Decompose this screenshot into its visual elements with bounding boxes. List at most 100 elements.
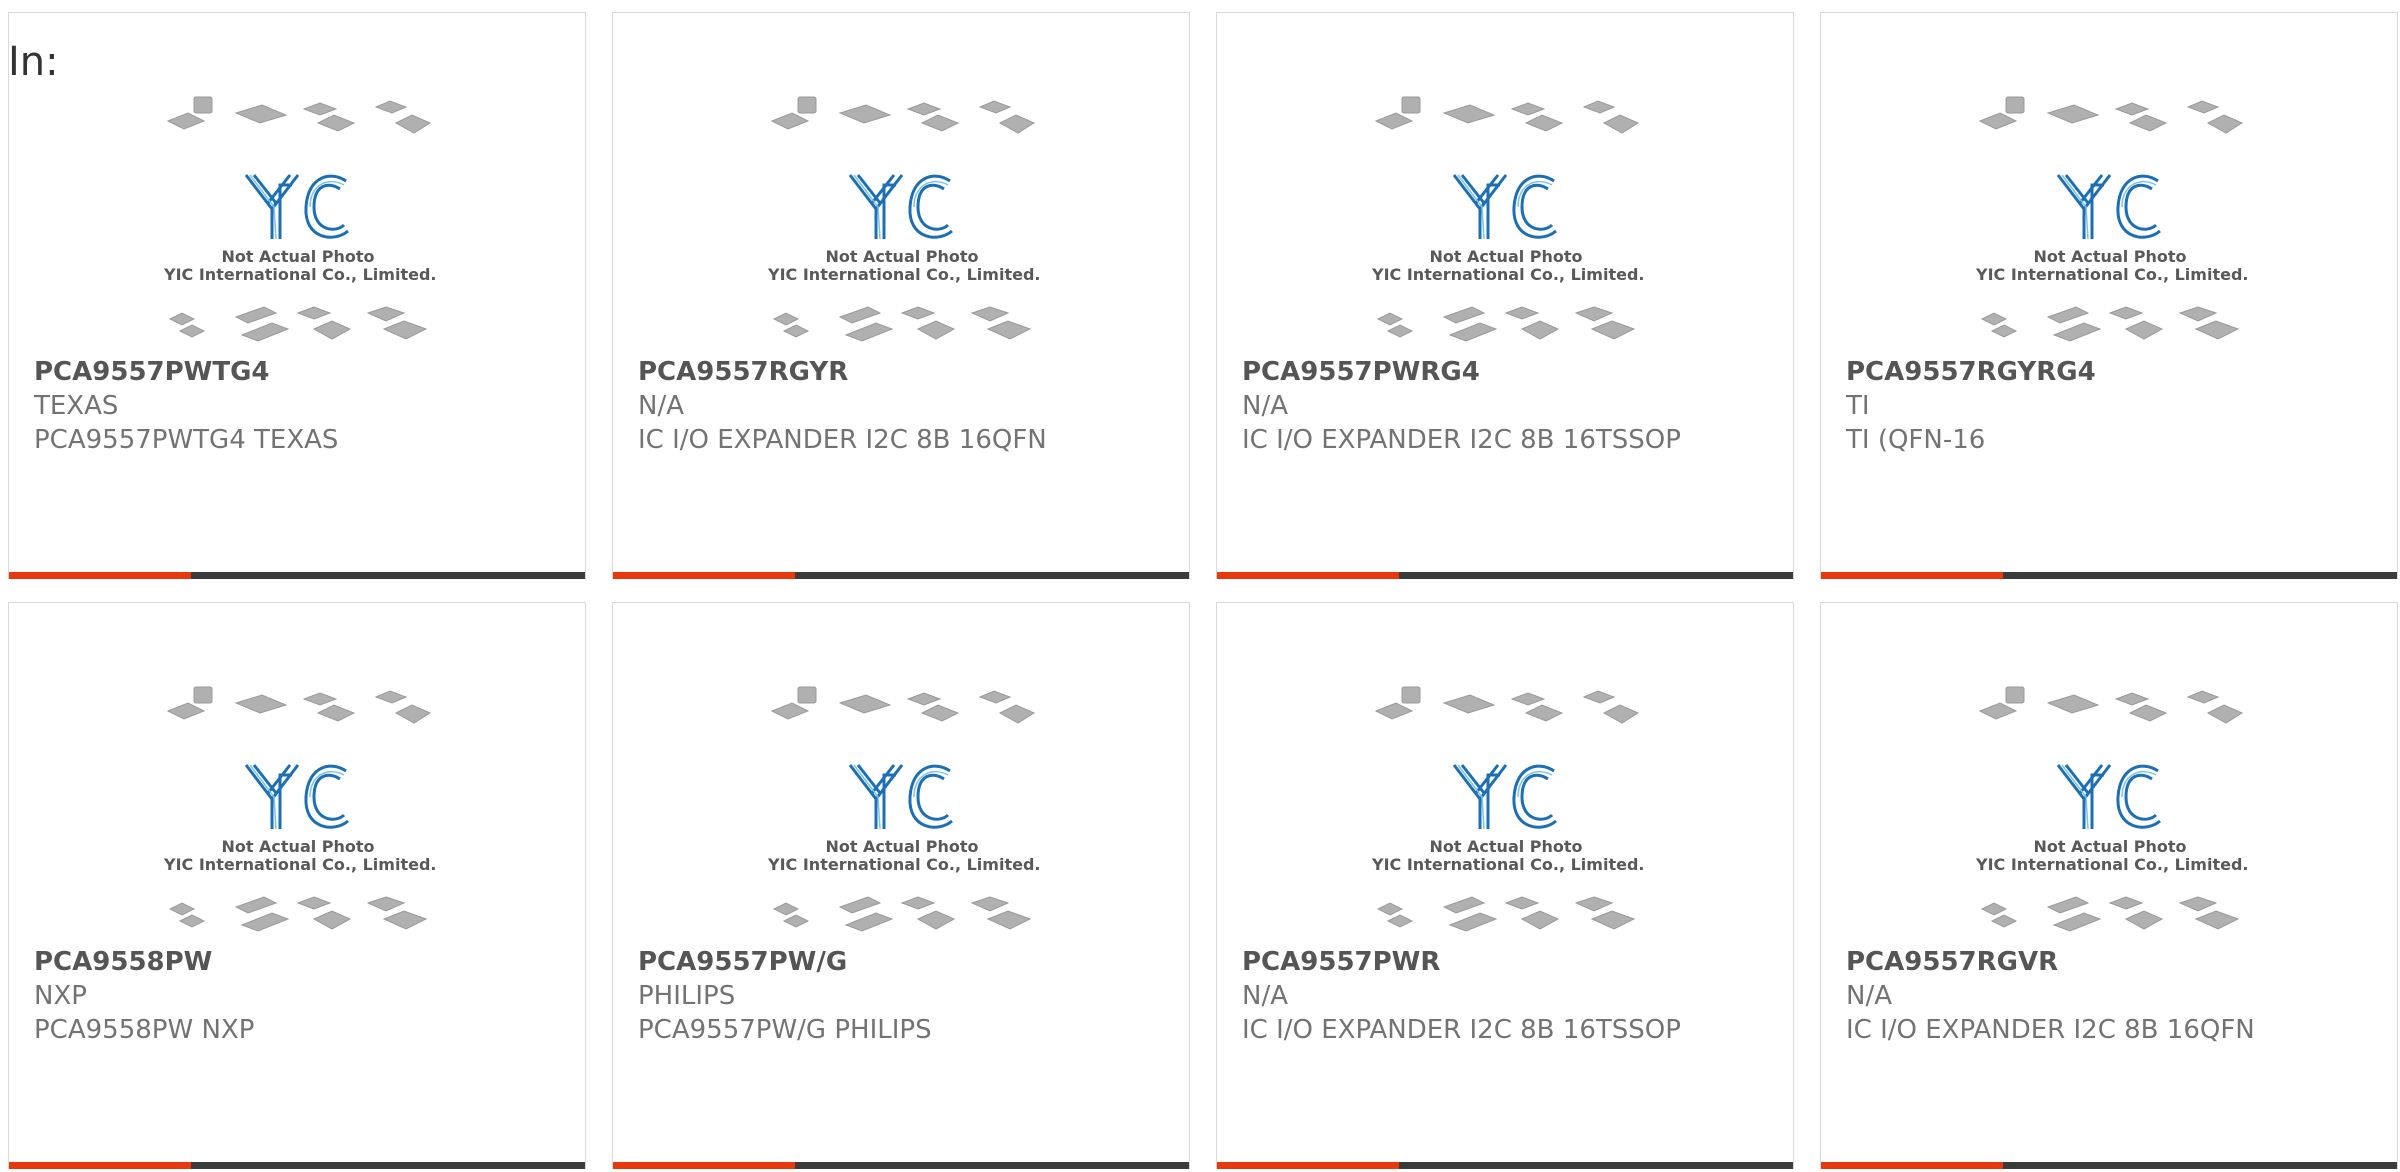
product-info: PCA9557RGVR N/A IC I/O EXPANDER I2C 8B 1… bbox=[1846, 945, 2377, 1047]
product-thumbnail[interactable]: Not Actual Photo YIC International Co., … bbox=[164, 686, 437, 943]
yic-logo-icon bbox=[848, 174, 953, 240]
card-bottom-accent bbox=[1821, 572, 2003, 579]
product-card[interactable]: Not Actual Photo YIC International Co., … bbox=[1216, 602, 1794, 1169]
product-card[interactable]: Not Actual Photo YIC International Co., … bbox=[8, 602, 586, 1169]
thumbnail-caption-company: YIC International Co., Limited. bbox=[164, 855, 437, 874]
chip-packages-bottom-image bbox=[772, 306, 1032, 342]
description-text: IC I/O EXPANDER I2C 8B 16QFN bbox=[638, 425, 1047, 455]
card-bottom-bar bbox=[1217, 572, 1793, 579]
card-bottom-bar bbox=[9, 1162, 585, 1169]
thumbnail-caption-company: YIC International Co., Limited. bbox=[1372, 265, 1645, 284]
description-text: IC I/O EXPANDER I2C 8B 16TSSOP bbox=[1242, 425, 1681, 455]
yic-logo-icon bbox=[2056, 174, 2161, 240]
thumbnail-caption-company: YIC International Co., Limited. bbox=[1976, 265, 2249, 284]
product-thumbnail[interactable]: Not Actual Photo YIC International Co., … bbox=[768, 686, 1041, 943]
thumbnail-caption-company: YIC International Co., Limited. bbox=[768, 265, 1041, 284]
part-number-link[interactable]: PCA9557RGVR bbox=[1846, 945, 2377, 979]
chip-packages-top-image bbox=[1978, 686, 2244, 724]
part-number-link[interactable]: PCA9557RGYRG4 bbox=[1846, 355, 2377, 389]
yic-logo-icon bbox=[1452, 764, 1557, 830]
product-info: PCA9557RGYRG4 TI TI (QFN-16 bbox=[1846, 355, 2377, 457]
part-number-link[interactable]: PCA9557RGYR bbox=[638, 355, 1169, 389]
card-bottom-bar bbox=[9, 572, 585, 579]
manufacturer-text: N/A bbox=[1846, 981, 1892, 1011]
thumbnail-caption-company: YIC International Co., Limited. bbox=[1976, 855, 2249, 874]
card-bottom-bar bbox=[1821, 572, 2397, 579]
chip-packages-top-image bbox=[166, 96, 432, 134]
chip-packages-bottom-image bbox=[168, 896, 428, 932]
chip-packages-bottom-image bbox=[1376, 896, 1636, 932]
product-info: PCA9557RGYR N/A IC I/O EXPANDER I2C 8B 1… bbox=[638, 355, 1169, 457]
card-bottom-accent bbox=[9, 1162, 191, 1169]
description-text: IC I/O EXPANDER I2C 8B 16TSSOP bbox=[1242, 1015, 1681, 1045]
card-bottom-bar bbox=[1821, 1162, 2397, 1169]
thumbnail-caption-not-actual: Not Actual Photo bbox=[2033, 837, 2187, 856]
product-card[interactable]: Not Actual Photo YIC International Co., … bbox=[1216, 12, 1794, 579]
product-info: PCA9557PWTG4 TEXAS PCA9557PWTG4 TEXAS bbox=[34, 355, 565, 457]
product-card[interactable]: Not Actual Photo YIC International Co., … bbox=[612, 602, 1190, 1169]
card-bottom-bar bbox=[613, 572, 1189, 579]
chip-packages-top-image bbox=[1374, 96, 1640, 134]
description-text: PCA9557PW/G PHILIPS bbox=[638, 1015, 932, 1045]
manufacturer-text: TEXAS bbox=[34, 391, 119, 421]
product-thumbnail[interactable]: Not Actual Photo YIC International Co., … bbox=[164, 96, 437, 353]
card-bottom-accent bbox=[613, 572, 795, 579]
thumbnail-caption-not-actual: Not Actual Photo bbox=[2033, 247, 2187, 266]
part-number-link[interactable]: PCA9557PWRG4 bbox=[1242, 355, 1773, 389]
chip-packages-top-image bbox=[770, 686, 1036, 724]
product-thumbnail[interactable]: Not Actual Photo YIC International Co., … bbox=[768, 96, 1041, 353]
thumbnail-caption-not-actual: Not Actual Photo bbox=[1429, 247, 1583, 266]
card-bottom-accent bbox=[1821, 1162, 2003, 1169]
chip-packages-top-image bbox=[1978, 96, 2244, 134]
chip-packages-bottom-image bbox=[1376, 306, 1636, 342]
product-card[interactable]: Not Actual Photo YIC International Co., … bbox=[612, 12, 1190, 579]
chip-packages-top-image bbox=[166, 686, 432, 724]
part-number-link[interactable]: PCA9557PWTG4 bbox=[34, 355, 565, 389]
part-number-link[interactable]: PCA9558PW bbox=[34, 945, 565, 979]
card-bottom-bar bbox=[1217, 1162, 1793, 1169]
yic-logo-icon bbox=[244, 174, 349, 240]
product-info: PCA9557PWRG4 N/A IC I/O EXPANDER I2C 8B … bbox=[1242, 355, 1773, 457]
product-card[interactable]: Not Actual Photo YIC International Co., … bbox=[8, 12, 586, 579]
thumbnail-caption-not-actual: Not Actual Photo bbox=[825, 837, 979, 856]
manufacturer-text: N/A bbox=[1242, 981, 1288, 1011]
thumbnail-caption-not-actual: Not Actual Photo bbox=[825, 247, 979, 266]
product-thumbnail[interactable]: Not Actual Photo YIC International Co., … bbox=[1372, 96, 1645, 353]
card-bottom-accent bbox=[1217, 572, 1399, 579]
manufacturer-text: TI bbox=[1846, 391, 1870, 421]
yic-logo-icon bbox=[244, 764, 349, 830]
chip-packages-top-image bbox=[1374, 686, 1640, 724]
product-thumbnail[interactable]: Not Actual Photo YIC International Co., … bbox=[1976, 96, 2249, 353]
manufacturer-text: PHILIPS bbox=[638, 981, 736, 1011]
yic-logo-icon bbox=[848, 764, 953, 830]
product-info: PCA9558PW NXP PCA9558PW NXP bbox=[34, 945, 565, 1047]
product-thumbnail[interactable]: Not Actual Photo YIC International Co., … bbox=[1372, 686, 1645, 943]
thumbnail-caption-not-actual: Not Actual Photo bbox=[1429, 837, 1583, 856]
product-info: PCA9557PW/G PHILIPS PCA9557PW/G PHILIPS bbox=[638, 945, 1169, 1047]
description-text: PCA9558PW NXP bbox=[34, 1015, 255, 1045]
yic-logo-icon bbox=[1452, 174, 1557, 240]
description-text: TI (QFN-16 bbox=[1846, 425, 1986, 455]
chip-packages-bottom-image bbox=[1980, 896, 2240, 932]
yic-logo-icon bbox=[2056, 764, 2161, 830]
product-card[interactable]: Not Actual Photo YIC International Co., … bbox=[1820, 12, 2398, 579]
card-bottom-bar bbox=[613, 1162, 1189, 1169]
thumbnail-caption-company: YIC International Co., Limited. bbox=[768, 855, 1041, 874]
chip-packages-bottom-image bbox=[168, 306, 428, 342]
thumbnail-caption-not-actual: Not Actual Photo bbox=[221, 247, 375, 266]
part-number-link[interactable]: PCA9557PW/G bbox=[638, 945, 1169, 979]
product-grid: Not Actual Photo YIC International Co., … bbox=[8, 12, 2400, 1169]
manufacturer-text: N/A bbox=[1242, 391, 1288, 421]
thumbnail-caption-company: YIC International Co., Limited. bbox=[164, 265, 437, 284]
product-card[interactable]: Not Actual Photo YIC International Co., … bbox=[1820, 602, 2398, 1169]
part-number-link[interactable]: PCA9557PWR bbox=[1242, 945, 1773, 979]
manufacturer-text: N/A bbox=[638, 391, 684, 421]
card-bottom-accent bbox=[9, 572, 191, 579]
thumbnail-caption-company: YIC International Co., Limited. bbox=[1372, 855, 1645, 874]
product-info: PCA9557PWR N/A IC I/O EXPANDER I2C 8B 16… bbox=[1242, 945, 1773, 1047]
manufacturer-text: NXP bbox=[34, 981, 87, 1011]
card-bottom-accent bbox=[613, 1162, 795, 1169]
card-bottom-accent bbox=[1217, 1162, 1399, 1169]
in-label: In: bbox=[8, 39, 59, 85]
product-thumbnail[interactable]: Not Actual Photo YIC International Co., … bbox=[1976, 686, 2249, 943]
